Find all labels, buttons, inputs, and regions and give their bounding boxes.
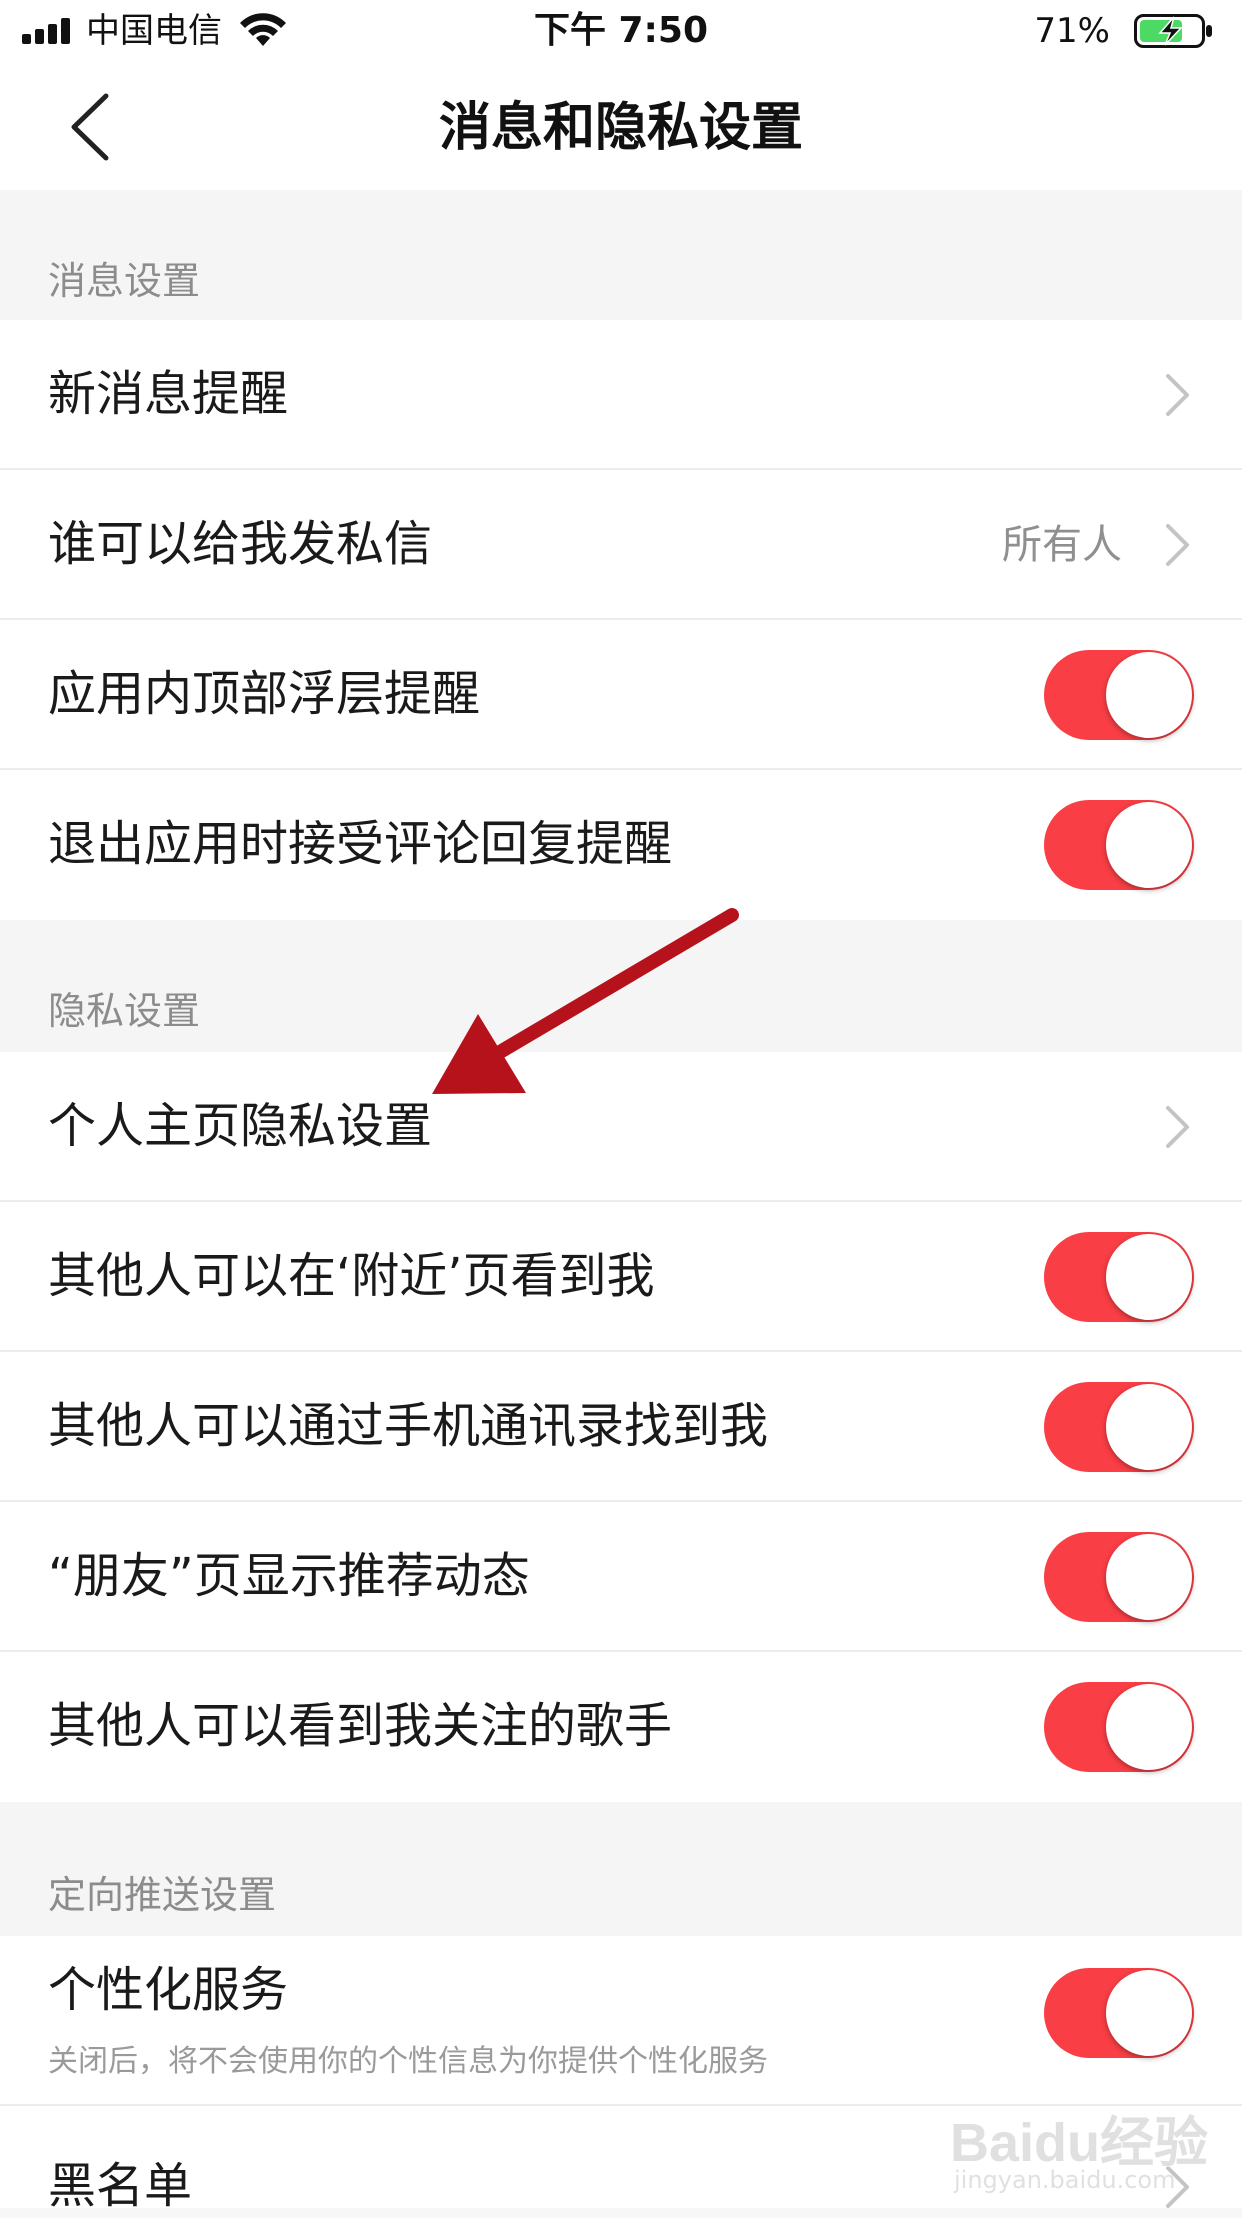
watermark-url: jingyan.baidu.com — [954, 2166, 1176, 2194]
row-value: 所有人 — [1002, 522, 1122, 568]
section-header-targeted: 定向推送设置 — [0, 1802, 1242, 1936]
row-new-message-reminder[interactable]: 新消息提醒 — [0, 320, 1242, 470]
battery-percent: 71% — [1034, 11, 1110, 51]
row-find-by-contacts: 其他人可以通过手机通讯录找到我 — [0, 1352, 1242, 1502]
row-label: 个人主页隐私设置 — [48, 1098, 433, 1154]
row-in-app-banner: 应用内顶部浮层提醒 — [0, 620, 1242, 770]
row-label: 黑名单 — [48, 2158, 193, 2214]
toggle-knob — [1106, 1234, 1192, 1320]
chevron-right-icon — [1166, 374, 1189, 416]
toggle-knob — [1106, 1684, 1192, 1770]
visible-nearby-toggle[interactable] — [1044, 1232, 1194, 1322]
row-profile-privacy[interactable]: 个人主页隐私设置 — [0, 1052, 1242, 1202]
row-visible-nearby: 其他人可以在‘附近’页看到我 — [0, 1202, 1242, 1352]
row-see-followed-artists: 其他人可以看到我关注的歌手 — [0, 1652, 1242, 1802]
row-label: 其他人可以通过手机通讯录找到我 — [48, 1398, 769, 1454]
see-followed-artists-toggle[interactable] — [1044, 1682, 1194, 1772]
toggle-knob — [1106, 1534, 1192, 1620]
status-bar: 中国电信 下午 7:50 71% — [0, 0, 1242, 62]
chevron-right-icon — [1166, 524, 1189, 566]
row-description: 关闭后，将不会使用你的个性信息为你提供个性化服务 — [48, 2044, 768, 2079]
toggle-knob — [1106, 652, 1192, 738]
in-app-banner-toggle[interactable] — [1044, 650, 1194, 740]
row-friends-recommend: “朋友”页显示推荐动态 — [0, 1502, 1242, 1652]
friends-recommend-toggle[interactable] — [1044, 1532, 1194, 1622]
section-header-message: 消息设置 — [0, 190, 1242, 320]
personalized-service-toggle[interactable] — [1044, 1968, 1194, 2058]
row-who-can-message[interactable]: 谁可以给我发私信 所有人 — [0, 470, 1242, 620]
row-comment-reply-on-exit: 退出应用时接受评论回复提醒 — [0, 770, 1242, 920]
row-label: 谁可以给我发私信 — [48, 516, 433, 572]
row-label: 其他人可以在‘附近’页看到我 — [48, 1248, 655, 1304]
find-by-contacts-toggle[interactable] — [1044, 1382, 1194, 1472]
toggle-knob — [1106, 802, 1192, 888]
row-label: 新消息提醒 — [48, 366, 289, 422]
baidu-watermark: Baidu经验 jingyan.baidu.com — [950, 2070, 1220, 2200]
navigation-bar: 消息和隐私设置 — [0, 62, 1242, 190]
row-label: 应用内顶部浮层提醒 — [48, 666, 481, 722]
chevron-right-icon — [1166, 1106, 1189, 1148]
row-label: 其他人可以看到我关注的歌手 — [48, 1698, 673, 1754]
comment-reply-toggle[interactable] — [1044, 800, 1194, 890]
page-title: 消息和隐私设置 — [438, 98, 803, 158]
section-header-label: 定向推送设置 — [48, 1873, 277, 1917]
toggle-knob — [1106, 1970, 1192, 2056]
battery-charging-icon — [1134, 14, 1212, 48]
row-label: 退出应用时接受评论回复提醒 — [48, 816, 673, 872]
section-header-label: 消息设置 — [48, 259, 201, 303]
row-label: 个性化服务 — [48, 1962, 289, 2018]
section-header-label: 隐私设置 — [48, 989, 201, 1033]
toggle-knob — [1106, 1384, 1192, 1470]
section-header-privacy: 隐私设置 — [0, 920, 1242, 1052]
row-label: “朋友”页显示推荐动态 — [48, 1548, 530, 1604]
